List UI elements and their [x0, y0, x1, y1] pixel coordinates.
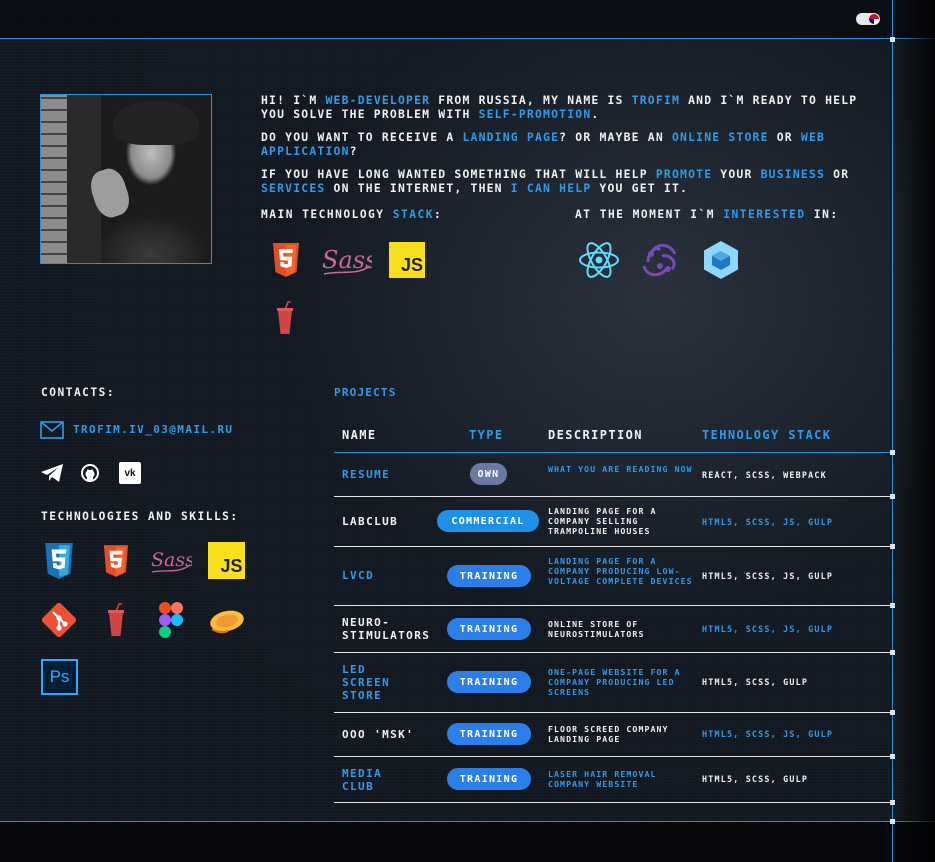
sass-icon: Sass	[150, 544, 192, 576]
header-type: Type	[469, 428, 504, 442]
project-stack: HTML5, SCSS, JS, Gulp	[702, 729, 834, 739]
project-stack: HTML5, SCSS, JS, Gulp	[702, 517, 834, 527]
frame-corner-dot	[890, 819, 895, 824]
type-badge: training	[447, 768, 531, 790]
project-stack: HTML5, SCSS, Gulp	[702, 774, 809, 784]
project-stack: React, SCSS, Webpack	[702, 470, 827, 480]
project-name[interactable]: Neuro-stimulators	[342, 616, 442, 642]
header-stack: Tehnology stack	[702, 428, 832, 442]
frame-shade	[893, 0, 935, 862]
react-icon	[578, 240, 620, 280]
email-link[interactable]: trofim.iv_03@mail.ru	[73, 423, 233, 436]
top-bar	[0, 0, 935, 39]
row-divider	[334, 546, 894, 547]
row-divider	[334, 712, 894, 713]
sass-icon: Sass	[320, 240, 372, 278]
interested-label: At the moment I`m interested in:	[575, 208, 839, 221]
project-description: Landing page for a company producing low…	[548, 556, 693, 586]
project-stack: HTML5, SCSS, Gulp	[702, 677, 809, 687]
type-badge: own	[470, 463, 507, 485]
html5-icon	[270, 242, 302, 278]
projects-title: Projects	[334, 386, 397, 399]
contacts-label: Contacts:	[41, 386, 116, 399]
intro-text: Hi! I`m web-developer from Russia, my na…	[261, 93, 871, 204]
project-name[interactable]: Media Club	[342, 767, 402, 793]
row-divider	[334, 802, 894, 803]
git-icon	[41, 602, 77, 638]
project-description: What you are reading now	[548, 464, 693, 474]
row-divider	[334, 756, 894, 757]
skills-label: Technologies and skills:	[41, 510, 239, 523]
row-divider	[334, 496, 894, 497]
type-badge: training	[447, 618, 531, 640]
project-stack: HTML5, SCSS, JS, Gulp	[702, 624, 834, 634]
intro-paragraph-1: Hi! I`m web-developer from Russia, my na…	[261, 93, 858, 121]
bottom-bar	[0, 821, 935, 862]
javascript-icon: JS	[389, 242, 425, 278]
gulp-icon	[276, 300, 294, 336]
css3-icon	[42, 542, 76, 580]
project-description: Landing page for a company selling tramp…	[548, 506, 657, 536]
stack-label: Main technology stack:	[261, 208, 443, 221]
zeplin-icon	[208, 605, 246, 635]
project-description: Online store of neurostimulators	[548, 619, 645, 639]
type-badge: training	[447, 723, 531, 745]
telegram-icon[interactable]	[40, 463, 64, 483]
language-toggle[interactable]	[856, 13, 880, 25]
project-name[interactable]: LED Screen Store	[342, 663, 402, 702]
html5-icon	[101, 544, 131, 578]
figma-icon	[159, 602, 183, 638]
frame-corner-dot	[890, 37, 895, 42]
type-badge: commercial	[437, 510, 539, 532]
project-stack: HTML5, SCSS, JS, Gulp	[702, 571, 834, 581]
row-divider	[334, 652, 894, 653]
photoshop-icon: Ps	[41, 659, 78, 695]
header-name: Name	[342, 428, 377, 442]
project-name[interactable]: Resume	[342, 468, 390, 481]
project-name[interactable]: LabClub	[342, 515, 398, 528]
redux-icon	[640, 240, 680, 280]
type-badge: training	[447, 671, 531, 693]
row-divider	[334, 452, 894, 453]
project-description: Laser hair removal company website	[548, 769, 657, 789]
page: Hi! I`m web-developer from Russia, my na…	[0, 0, 935, 862]
project-description: Floor screed company landing page	[548, 724, 669, 744]
project-name[interactable]: OOO 'MSK'	[342, 728, 414, 741]
intro-paragraph-2: Do you want to receive a landing page? O…	[261, 130, 826, 158]
vk-icon[interactable]: vk	[119, 462, 141, 484]
webpack-icon	[702, 240, 740, 280]
uk-flag-icon	[869, 14, 879, 24]
profile-photo	[40, 94, 212, 264]
javascript-icon: JS	[208, 542, 245, 579]
type-badge: training	[447, 565, 531, 587]
intro-paragraph-3: If you have long wanted something that w…	[261, 167, 850, 195]
row-divider	[334, 605, 894, 606]
project-name[interactable]: LVCD	[342, 569, 374, 582]
project-description: One-page website for a company producing…	[548, 667, 681, 697]
github-icon[interactable]	[80, 463, 100, 483]
mail-icon	[40, 421, 64, 439]
gulp-icon	[106, 602, 126, 638]
header-description: Description	[548, 428, 643, 442]
